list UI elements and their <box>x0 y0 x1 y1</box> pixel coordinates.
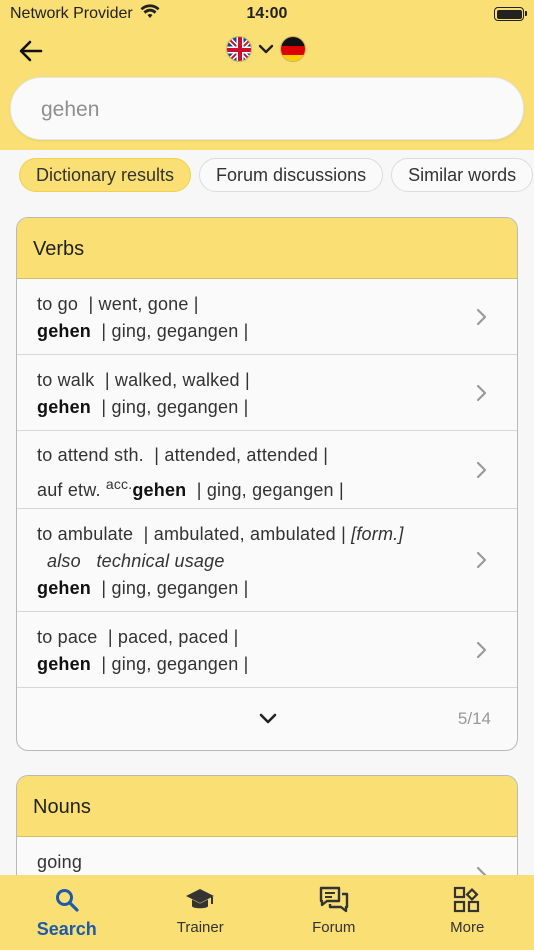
entry-de-case: acc. <box>105 476 133 492</box>
list-item[interactable]: to attend sth. | attended, attended | au… <box>17 431 517 509</box>
chevron-right-icon <box>476 641 487 658</box>
tab-label: More <box>450 919 485 936</box>
tab-bar: Search Trainer Forum More <box>0 875 534 950</box>
tab-more[interactable]: More <box>401 875 534 950</box>
chevron-down-icon <box>258 44 274 54</box>
tab-search[interactable]: Search <box>0 875 134 950</box>
tab-label: Trainer <box>176 919 224 936</box>
header: gehen <box>0 28 534 150</box>
verbs-card: Verbs to go | went, gone | gehen | ging,… <box>16 217 518 751</box>
entry-en-forms: | paced, paced | <box>107 627 239 647</box>
entry-de-forms: | ging, gegangen | <box>101 397 249 417</box>
search-input[interactable]: gehen <box>10 77 524 140</box>
entry-en-forms: | went, gone | <box>88 294 199 314</box>
verbs-heading: Verbs <box>17 218 517 279</box>
tab-forum[interactable]: Forum <box>267 875 401 950</box>
entry-de-forms: | ging, gegangen | <box>101 578 249 598</box>
graduation-cap-icon <box>185 885 215 915</box>
entry-en: to pace <box>37 627 98 647</box>
entry-note-usage: technical usage <box>96 551 225 571</box>
chip-forum-discussions[interactable]: Forum discussions <box>199 158 384 192</box>
list-item[interactable]: to go | went, gone | gehen | ging, gegan… <box>17 279 517 355</box>
uk-flag-icon <box>226 36 252 62</box>
entry-de: gehen <box>37 578 92 598</box>
chevron-right-icon <box>476 308 487 325</box>
entry-en: to go <box>37 294 79 314</box>
list-item[interactable]: to pace | paced, paced | gehen | ging, g… <box>17 612 517 688</box>
entry-de: gehen <box>37 321 92 341</box>
status-bar: Network Provider 14:00 <box>0 0 534 28</box>
entry-en: to attend sth. <box>37 445 144 465</box>
tab-label: Search <box>36 919 97 939</box>
apps-icon <box>453 885 481 915</box>
chevron-right-icon <box>476 384 487 401</box>
language-switcher[interactable] <box>226 36 306 62</box>
chip-similar-words[interactable]: Similar words <box>391 158 534 192</box>
entry-en-forms: | walked, walked | <box>104 370 250 390</box>
result-count: 5/14 <box>457 709 491 728</box>
entry-en-forms: | ambulated, ambulated | <box>143 524 346 544</box>
entry-de-prefix: auf etw. <box>37 480 101 500</box>
entry-note-also: also <box>47 551 81 571</box>
tab-label: Forum <box>312 919 356 936</box>
list-item[interactable]: to ambulate | ambulated, ambulated | [fo… <box>17 509 517 612</box>
entry-register: [form.] <box>351 524 404 544</box>
entry-de: gehen <box>37 654 92 674</box>
entry-de-forms: | ging, gegangen | <box>196 480 344 500</box>
nouns-heading: Nouns <box>17 776 517 837</box>
chat-icon <box>319 885 349 915</box>
chevron-right-icon <box>476 461 487 478</box>
entry-en: to walk <box>37 370 95 390</box>
entry-en-forms: | attended, attended | <box>154 445 329 465</box>
clock: 14:00 <box>246 5 288 22</box>
expand-more-button[interactable] <box>258 712 278 726</box>
chevron-right-icon <box>476 551 487 569</box>
show-more-row: 5/14 <box>17 688 517 750</box>
entry-en: to ambulate <box>37 524 134 544</box>
search-query: gehen <box>41 98 100 121</box>
entry-de-forms: | ging, gegangen | <box>101 654 249 674</box>
result-type-chips: Dictionary results Forum discussions Simil… <box>19 158 534 194</box>
tab-trainer[interactable]: Trainer <box>134 875 268 950</box>
entry-de: gehen <box>132 480 187 500</box>
list-item[interactable]: to walk | walked, walked | gehen | ging,… <box>17 355 517 431</box>
arrow-left-icon <box>19 40 43 62</box>
entry-de: gehen <box>37 397 92 417</box>
entry-de-forms: | ging, gegangen | <box>101 321 249 341</box>
chip-dictionary-results[interactable]: Dictionary results <box>19 158 192 192</box>
germany-flag-icon <box>280 36 306 62</box>
search-icon <box>54 885 80 915</box>
battery-icon <box>494 7 527 21</box>
back-button[interactable] <box>14 34 48 68</box>
entry-en: going <box>37 852 83 872</box>
